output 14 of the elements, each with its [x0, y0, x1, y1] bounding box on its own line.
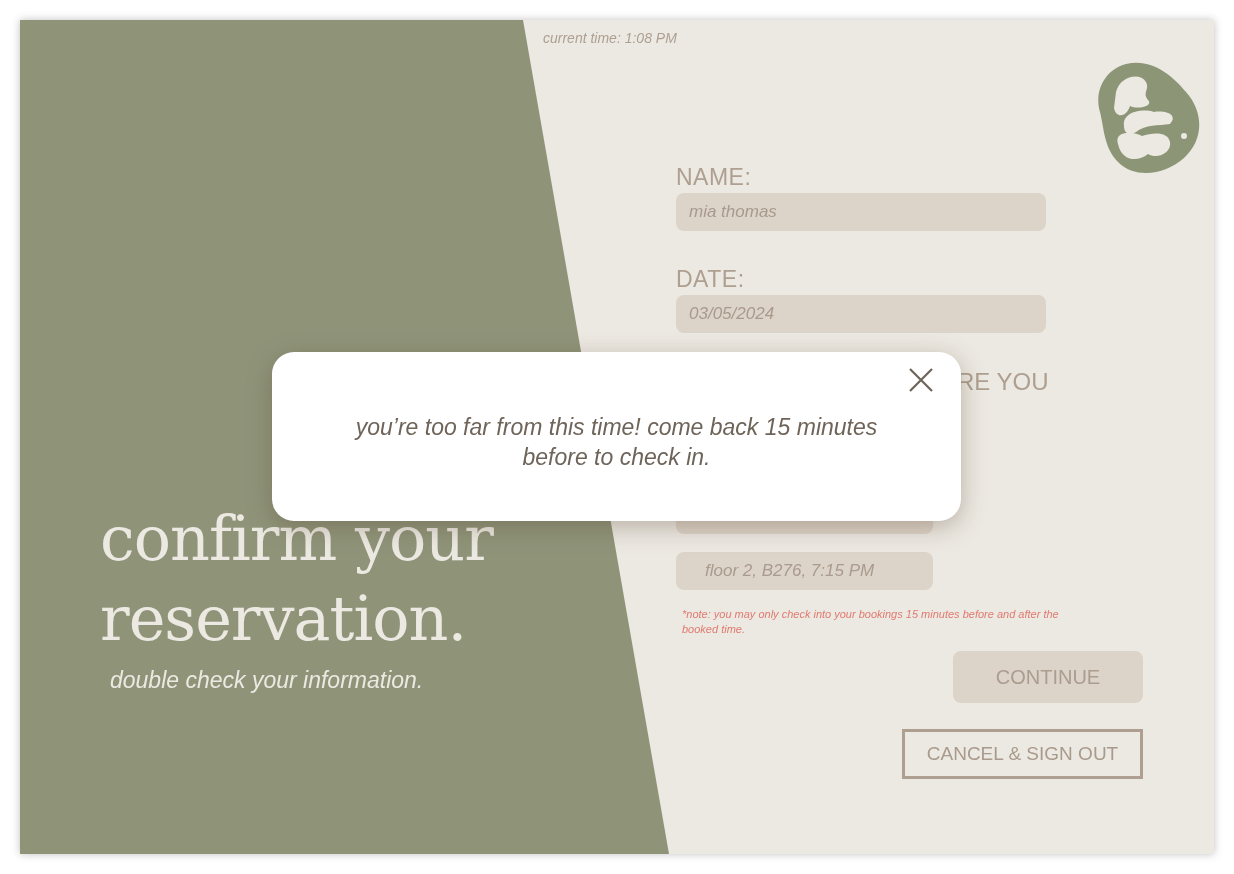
note-text: *note: you may only check into your bookings 15 minutes before and after the booked time. [682, 607, 1060, 637]
close-button[interactable] [909, 368, 933, 392]
close-icon [909, 368, 933, 392]
alert-message: you’re too far from this time! come back 15 minutes before to check in. [353, 413, 879, 472]
booking-option[interactable]: floor 2, B276, 7:15 PM [676, 552, 933, 590]
page-title: confirm your reservation. [100, 501, 495, 657]
subtitle: double check your information. [110, 667, 425, 694]
input-field[interactable]: mia thomas [676, 193, 1046, 231]
field-label: DATE: [676, 266, 746, 292]
input-field[interactable]: 03/05/2024 [676, 295, 1046, 333]
current-time: current time: 1:08 PM [543, 30, 678, 46]
logo-icon [1096, 62, 1202, 176]
cancel-sign-out-button[interactable]: CANCEL & SIGN OUT [902, 729, 1143, 779]
field-label: NAME: [676, 164, 753, 190]
